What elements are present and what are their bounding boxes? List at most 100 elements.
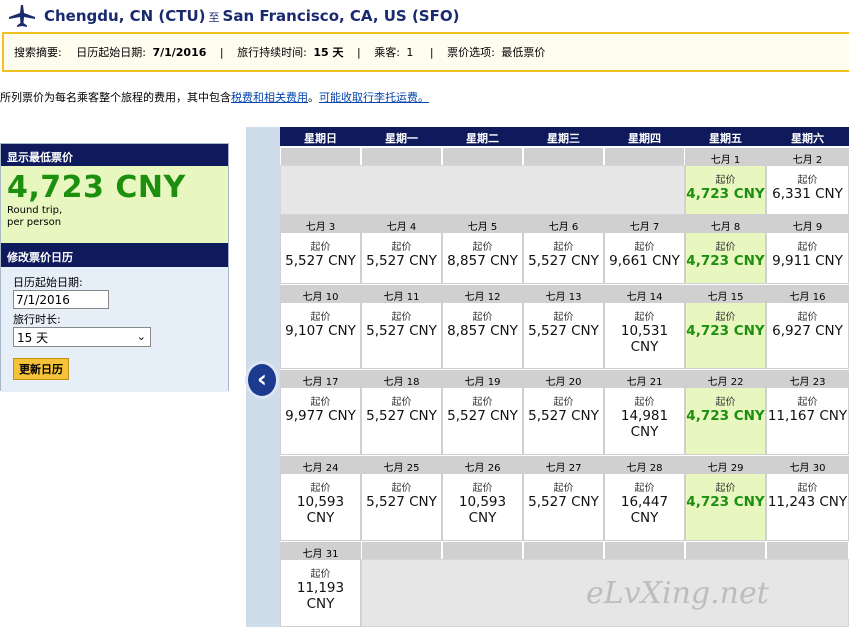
day-price-box: 起价 5,527 CNY [524, 303, 603, 339]
day-price-box: 起价 4,723 CNY [686, 388, 765, 424]
day-price[interactable]: 10,531 CNY [605, 323, 684, 355]
fare-side-panel: 显示最低票价 4,723 CNY Round trip, per person … [0, 143, 229, 392]
day-price[interactable]: 5,527 CNY [362, 408, 441, 424]
day-price[interactable]: 5,527 CNY [524, 408, 603, 424]
empty-day-header [362, 542, 441, 559]
day-price[interactable]: 8,857 CNY [443, 323, 522, 339]
weekday-header: 星期日 [280, 127, 361, 146]
day-price-box: 起价 11,193 CNY [281, 560, 360, 612]
calendar-day-cell[interactable]: 七月 19 起价 5,527 CNY [442, 370, 523, 455]
day-price[interactable]: 9,661 CNY [605, 253, 684, 269]
day-price[interactable]: 8,857 CNY [443, 253, 522, 269]
notice-period: 。 [308, 91, 319, 104]
day-label: 七月 31 [281, 543, 360, 560]
day-price[interactable]: 4,723 CNY [686, 253, 765, 269]
day-price[interactable]: 9,911 CNY [767, 253, 848, 269]
day-price[interactable]: 5,527 CNY [443, 408, 522, 424]
day-price[interactable]: 5,527 CNY [362, 253, 441, 269]
day-price[interactable]: 11,243 CNY [767, 494, 848, 510]
summary-duration-label: 旅行持续时间: [237, 46, 307, 59]
calendar-day-cell[interactable]: 七月 1 起价 4,723 CNY [685, 148, 766, 215]
day-price[interactable]: 4,723 CNY [686, 494, 765, 510]
day-label: 七月 12 [443, 286, 522, 303]
start-date-input[interactable] [13, 290, 109, 309]
day-label: 七月 23 [767, 371, 848, 388]
calendar-day-cell[interactable]: 七月 22 起价 4,723 CNY [685, 370, 766, 455]
calendar-day-cell[interactable]: 七月 8 起价 4,723 CNY [685, 215, 766, 284]
day-price[interactable]: 5,527 CNY [362, 494, 441, 510]
day-price[interactable]: 10,593 CNY [281, 494, 360, 526]
calendar-day-cell[interactable]: 七月 11 起价 5,527 CNY [361, 285, 442, 369]
calendar-day-cell[interactable]: 七月 18 起价 5,527 CNY [361, 370, 442, 455]
calendar-day-cell[interactable]: 七月 3 起价 5,527 CNY [280, 215, 361, 284]
calendar-day-cell[interactable]: 七月 2 起价 6,331 CNY [766, 148, 849, 215]
calendar-day-cell[interactable]: 七月 7 起价 9,661 CNY [604, 215, 685, 284]
calendar-day-cell[interactable]: 七月 15 起价 4,723 CNY [685, 285, 766, 369]
calendar-day-cell[interactable]: 七月 17 起价 9,977 CNY [280, 370, 361, 455]
lowest-fare-price: 4,723 CNY [7, 170, 186, 205]
day-price[interactable]: 6,927 CNY [767, 323, 848, 339]
calendar-day-cell[interactable]: 七月 20 起价 5,527 CNY [523, 370, 604, 455]
day-label: 七月 29 [686, 457, 765, 474]
day-label: 七月 24 [281, 457, 360, 474]
day-price-box: 起价 5,527 CNY [362, 388, 441, 424]
calendar-day-cell[interactable]: 七月 16 起价 6,927 CNY [766, 285, 849, 369]
day-label: 七月 11 [362, 286, 441, 303]
day-price[interactable]: 16,447 CNY [605, 494, 684, 526]
empty-day-header [443, 148, 522, 165]
calendar-day-cell[interactable]: 七月 25 起价 5,527 CNY [361, 456, 442, 541]
calendar-day-cell[interactable]: 七月 6 起价 5,527 CNY [523, 215, 604, 284]
day-price[interactable]: 10,593 CNY [443, 494, 522, 526]
calendar-day-cell[interactable]: 七月 5 起价 8,857 CNY [442, 215, 523, 284]
calendar-day-cell[interactable]: 七月 28 起价 16,447 CNY [604, 456, 685, 541]
to-label: 至 [208, 11, 220, 24]
calendar-day-cell[interactable]: 七月 26 起价 10,593 CNY [442, 456, 523, 541]
calendar-day-cell[interactable]: 七月 13 起价 5,527 CNY [523, 285, 604, 369]
day-price[interactable]: 4,723 CNY [686, 408, 765, 424]
calendar-day-cell[interactable]: 七月 29 起价 4,723 CNY [685, 456, 766, 541]
day-price-box: 起价 9,107 CNY [281, 303, 360, 339]
day-price-box: 起价 11,167 CNY [767, 388, 848, 424]
day-label: 七月 13 [524, 286, 603, 303]
modify-calendar-heading: 修改票价日历 [1, 243, 228, 267]
lowest-fare-heading: 显示最低票价 [1, 144, 228, 166]
calendar-day-cell[interactable]: 七月 10 起价 9,107 CNY [280, 285, 361, 369]
day-price-box: 起价 9,977 CNY [281, 388, 360, 424]
day-label: 七月 16 [767, 286, 848, 303]
day-label: 七月 18 [362, 371, 441, 388]
taxes-fees-link[interactable]: 税费和相关费用 [231, 91, 308, 104]
lowest-fare-box: 4,723 CNY Round trip, per person [1, 166, 228, 243]
calendar-day-cell[interactable]: 七月 12 起价 8,857 CNY [442, 285, 523, 369]
chevron-left-icon[interactable]: ‹ [245, 361, 279, 399]
day-label: 七月 28 [605, 457, 684, 474]
day-price[interactable]: 5,527 CNY [524, 323, 603, 339]
day-price[interactable]: 4,723 CNY [686, 323, 765, 339]
day-price[interactable]: 4,723 CNY [686, 186, 765, 202]
calendar-day-cell[interactable]: 七月 9 起价 9,911 CNY [766, 215, 849, 284]
day-price[interactable]: 11,167 CNY [767, 408, 848, 424]
calendar-day-cell[interactable]: 七月 30 起价 11,243 CNY [766, 456, 849, 541]
duration-select[interactable]: 15 天 ⌄ [13, 327, 151, 347]
baggage-fees-link[interactable]: 可能收取行李托运费。 [319, 91, 429, 104]
calendar-day-cell[interactable]: 七月 24 起价 10,593 CNY [280, 456, 361, 541]
calendar-day-cell[interactable]: 七月 23 起价 11,167 CNY [766, 370, 849, 455]
day-price[interactable]: 5,527 CNY [362, 323, 441, 339]
day-price-box: 起价 6,927 CNY [767, 303, 848, 339]
update-calendar-button[interactable]: 更新日历 [13, 358, 69, 380]
day-price[interactable]: 5,527 CNY [524, 494, 603, 510]
from-label: 起价 [391, 483, 412, 494]
day-price-box: 起价 5,527 CNY [524, 233, 603, 269]
day-price[interactable]: 14,981 CNY [605, 408, 684, 440]
modify-calendar-form: 日历起始日期: 旅行时长: 15 天 ⌄ 更新日历 [1, 267, 228, 392]
calendar-day-cell[interactable]: 七月 21 起价 14,981 CNY [604, 370, 685, 455]
day-price[interactable]: 5,527 CNY [524, 253, 603, 269]
day-price[interactable]: 5,527 CNY [281, 253, 360, 269]
calendar-day-cell[interactable]: 七月 27 起价 5,527 CNY [523, 456, 604, 541]
day-price[interactable]: 9,977 CNY [281, 408, 360, 424]
calendar-day-cell[interactable]: 七月 14 起价 10,531 CNY [604, 285, 685, 369]
day-price[interactable]: 6,331 CNY [767, 186, 848, 202]
day-price[interactable]: 9,107 CNY [281, 323, 360, 339]
calendar-day-cell[interactable]: 七月 31 起价 11,193 CNY [280, 542, 361, 627]
day-price[interactable]: 11,193 CNY [281, 580, 360, 612]
calendar-day-cell[interactable]: 七月 4 起价 5,527 CNY [361, 215, 442, 284]
